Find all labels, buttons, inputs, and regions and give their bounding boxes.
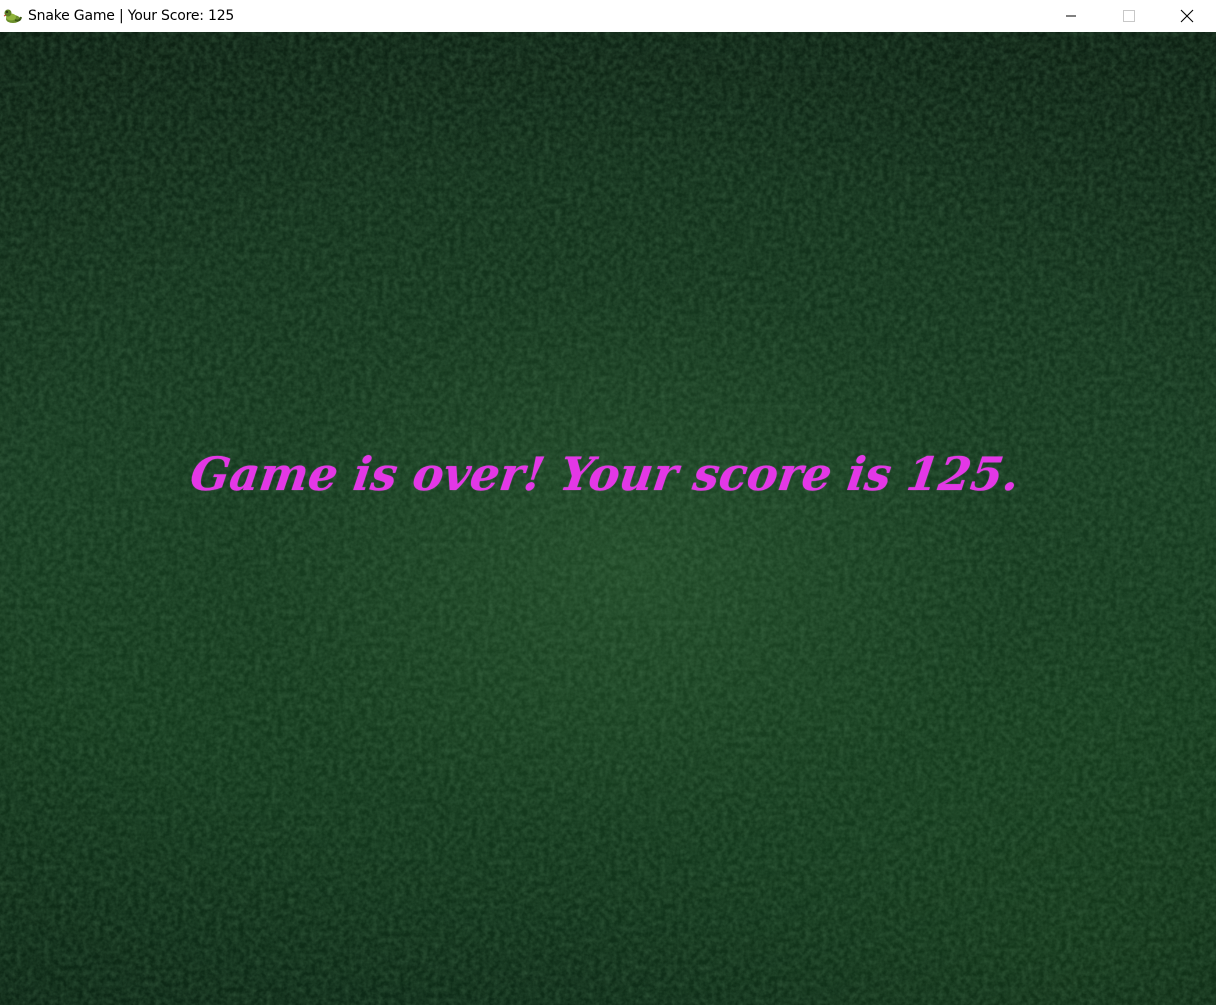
snake-icon [3, 9, 22, 23]
close-icon [1180, 9, 1194, 23]
game-window: Snake Game | Your Score: 125 Game is ove… [0, 0, 1216, 1005]
maximize-button[interactable] [1100, 0, 1158, 32]
title-bar[interactable]: Snake Game | Your Score: 125 [0, 0, 1216, 32]
maximize-icon [1123, 10, 1135, 22]
game-over-message: Game is over! Your score is 125. [187, 447, 1023, 501]
close-button[interactable] [1158, 0, 1216, 32]
window-title: Snake Game | Your Score: 125 [28, 8, 235, 24]
leather-texture [0, 32, 1216, 1005]
minimize-button[interactable] [1042, 0, 1100, 32]
minimize-icon [1066, 15, 1076, 17]
game-canvas[interactable]: Game is over! Your score is 125. [0, 32, 1216, 1005]
window-controls [1042, 0, 1216, 32]
